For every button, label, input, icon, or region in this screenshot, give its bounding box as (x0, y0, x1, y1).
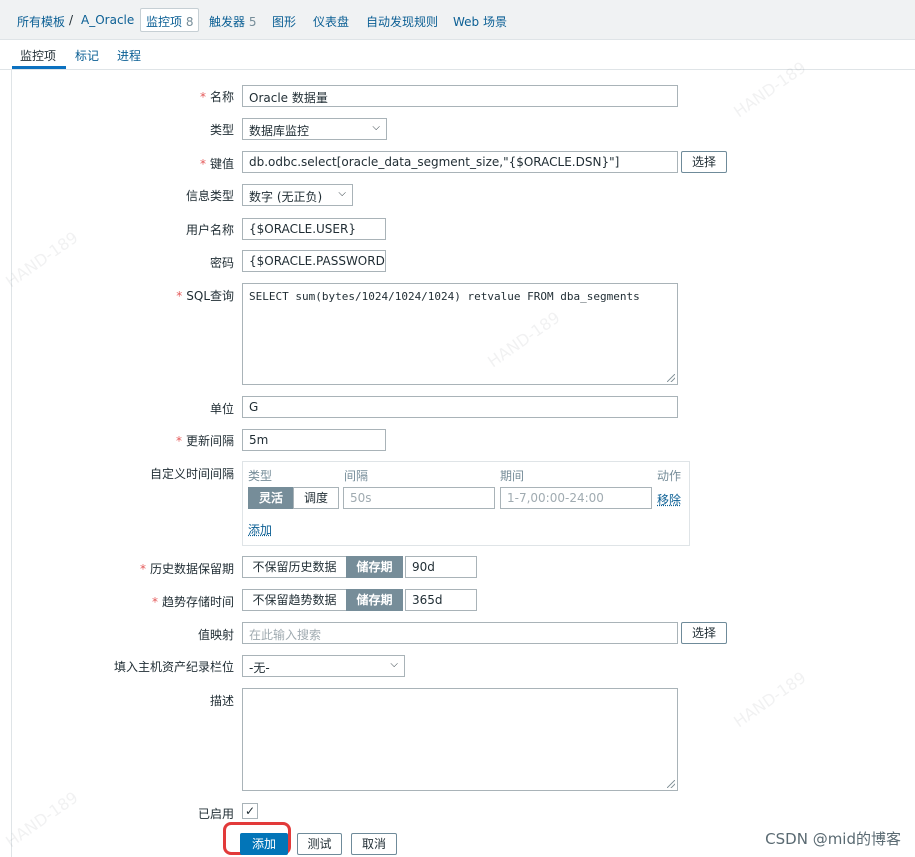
type-select-value: 数据库监控 (249, 124, 310, 138)
custom-col-period: 期间 (500, 469, 525, 483)
history-no-keep-toggle[interactable]: 不保留历史数据 (242, 556, 347, 578)
breadcrumb-triggers[interactable]: 触发器 5 (209, 13, 256, 30)
breadcrumb-items[interactable]: 监控项 8 (140, 8, 200, 32)
custom-flexible-toggle[interactable]: 灵活 (248, 487, 294, 509)
description-label: 描述 (209, 694, 234, 708)
custom-col-action: 动作 (657, 469, 682, 483)
credit-text: CSDN @mid的博客 (765, 830, 901, 848)
breadcrumb-dashboards[interactable]: 仪表盘 (313, 13, 349, 30)
user-label: 用户名称 (185, 223, 234, 237)
inventory-label: 填入主机资产纪录栏位 (113, 660, 234, 674)
active-tab-indicator (12, 66, 66, 69)
tab-preprocessing[interactable]: 进程 (117, 47, 141, 64)
chevron-down-icon: ⌵ (390, 659, 398, 670)
valuemap-select-button[interactable]: 选择 (681, 622, 727, 644)
interval-input[interactable]: 5m (242, 429, 386, 451)
trends-label: * 趋势存储时间 (151, 595, 234, 609)
custom-col-type: 类型 (248, 469, 273, 483)
breadcrumb-items-count: 8 (185, 15, 194, 29)
custom-period-input[interactable]: 1-7,00:00-24:00 (500, 487, 652, 509)
units-label: 单位 (209, 402, 234, 416)
interval-label: * 更新间隔 (175, 434, 234, 448)
enabled-checkbox[interactable]: ✓ (242, 803, 258, 819)
trends-keep-toggle[interactable]: 储存期 (346, 589, 403, 611)
custom-add-link[interactable]: 添加 (248, 521, 272, 538)
custom-remove-link[interactable]: 移除 (657, 491, 681, 508)
resize-handle-icon[interactable] (667, 780, 675, 788)
inventory-select-value: -无- (249, 661, 270, 675)
type-select[interactable]: 数据库监控 ⌵ (242, 118, 387, 140)
sql-textarea-value: SELECT sum(bytes/1024/1024/1024) retvalu… (249, 290, 640, 303)
inventory-select[interactable]: -无- ⌵ (242, 655, 405, 677)
trends-no-keep-toggle[interactable]: 不保留趋势数据 (242, 589, 347, 611)
breadcrumb-items-label: 监控项 (146, 15, 183, 29)
custom-intervals-label: 自定义时间间隔 (149, 467, 234, 481)
name-label: * 名称 (199, 90, 234, 104)
custom-scheduling-toggle[interactable]: 调度 (293, 487, 339, 509)
breadcrumb-web[interactable]: Web 场景 (453, 13, 507, 30)
custom-interval-input[interactable]: 50s (343, 487, 495, 509)
info-type-select-value: 数字 (无正负) (249, 190, 323, 204)
history-label: * 历史数据保留期 (139, 562, 234, 576)
cancel-button[interactable]: 取消 (351, 833, 397, 855)
tab-tags[interactable]: 标记 (75, 47, 99, 64)
tab-item[interactable]: 监控项 (20, 47, 56, 64)
description-textarea[interactable] (242, 688, 678, 791)
custom-col-interval: 间隔 (344, 469, 369, 483)
chevron-down-icon: ⌵ (338, 188, 346, 199)
user-input[interactable]: {$ORACLE.USER} (242, 218, 386, 240)
breadcrumb-triggers-count: 5 (248, 15, 257, 29)
check-icon: ✓ (244, 804, 256, 818)
test-button[interactable]: 测试 (297, 833, 342, 855)
password-input[interactable]: {$ORACLE.PASSWORD} (242, 250, 386, 272)
breadcrumb-triggers-label: 触发器 (209, 15, 246, 29)
key-select-button[interactable]: 选择 (681, 151, 727, 173)
name-input[interactable]: Oracle 数据量 (242, 85, 678, 107)
type-label: 类型 (209, 123, 234, 137)
trends-input[interactable]: 365d (405, 589, 477, 611)
breadcrumb-graphs[interactable]: 图形 (272, 13, 296, 30)
valuemap-input[interactable]: 在此输入搜索 (242, 622, 678, 644)
info-type-select[interactable]: 数字 (无正负) ⌵ (242, 184, 353, 206)
chevron-down-icon: ⌵ (372, 122, 380, 133)
units-input[interactable]: G (242, 396, 678, 418)
history-keep-toggle[interactable]: 储存期 (346, 556, 403, 578)
sql-label: * SQL查询 (176, 289, 234, 303)
key-label: * 键值 (199, 157, 234, 171)
valuemap-label: 值映射 (197, 628, 234, 642)
breadcrumb-all-templates[interactable]: 所有模板 (17, 13, 65, 30)
resize-handle-icon[interactable] (667, 374, 675, 382)
history-input[interactable]: 90d (405, 556, 477, 578)
key-input[interactable]: db.odbc.select[oracle_data_segment_size,… (242, 151, 678, 173)
breadcrumb-separator: / (69, 13, 74, 27)
sql-textarea[interactable]: SELECT sum(bytes/1024/1024/1024) retvalu… (242, 283, 678, 385)
breadcrumb-discovery[interactable]: 自动发现规则 (366, 13, 438, 30)
add-button[interactable]: 添加 (240, 833, 288, 855)
info-type-label: 信息类型 (185, 189, 234, 203)
breadcrumb-template[interactable]: A_Oracle (81, 13, 134, 27)
